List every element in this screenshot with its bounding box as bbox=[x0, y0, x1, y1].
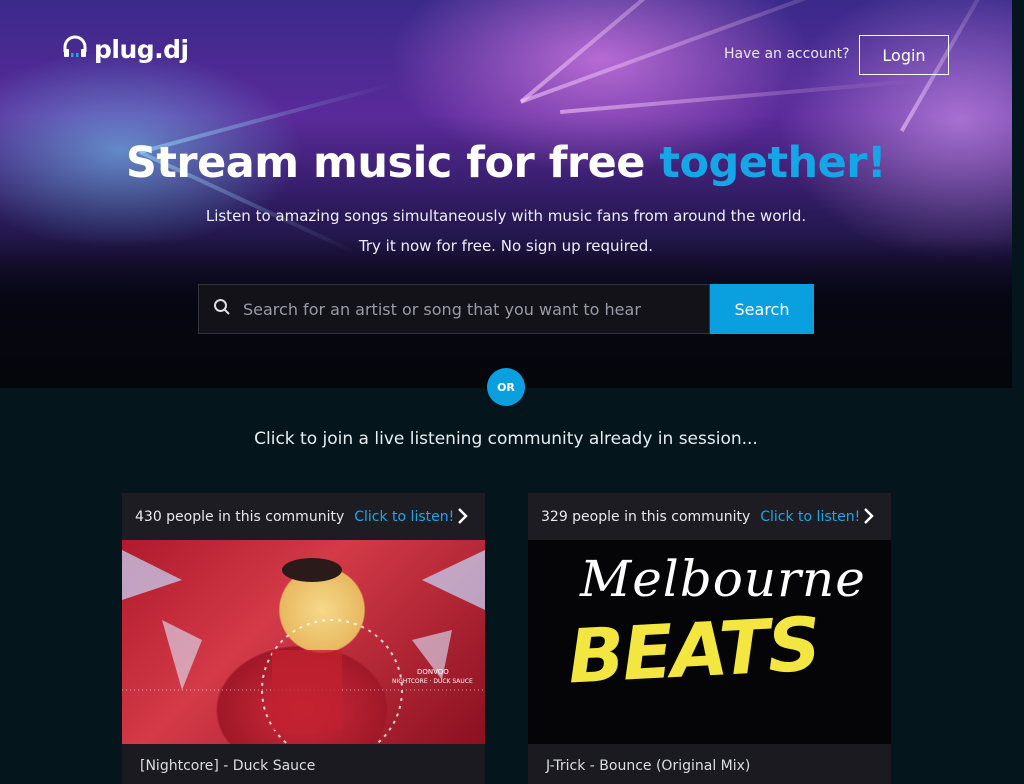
artwork-title-melbourne: Melbourne bbox=[580, 550, 866, 608]
account-prompt: Have an account? bbox=[724, 46, 850, 62]
community-artwork[interactable]: DONVOO NIGHTCORE · DUCK SAUCE bbox=[122, 540, 485, 744]
search-icon bbox=[213, 298, 231, 320]
search-input[interactable] bbox=[241, 298, 709, 320]
chevron-right-icon[interactable] bbox=[863, 507, 875, 529]
artwork-caption-2: NIGHTCORE · DUCK SAUCE bbox=[392, 678, 473, 685]
artwork-caption-1: DONVOO bbox=[417, 668, 449, 676]
search-field[interactable] bbox=[198, 284, 710, 334]
community-card-header: 430 people in this community Click to li… bbox=[122, 493, 485, 540]
headphones-logo-icon bbox=[62, 34, 88, 64]
community-listener-count: 430 people in this community bbox=[135, 508, 345, 525]
page-headline: Stream music for free together! bbox=[0, 138, 1012, 188]
now-playing-title: [Nightcore] - Duck Sauce bbox=[122, 744, 485, 784]
search-button[interactable]: Search bbox=[710, 284, 814, 334]
search-bar: Search bbox=[198, 284, 814, 334]
click-to-listen-link[interactable]: Click to listen! bbox=[354, 509, 454, 525]
login-button[interactable]: Login bbox=[859, 35, 949, 75]
communities-heading: Click to join a live listening community… bbox=[254, 429, 758, 449]
or-divider-badge: OR bbox=[487, 368, 525, 406]
now-playing-title: J-Trick - Bounce (Original Mix) bbox=[528, 744, 891, 784]
click-to-listen-link[interactable]: Click to listen! bbox=[760, 509, 860, 525]
community-artwork[interactable]: Melbourne BEATS bbox=[528, 540, 891, 744]
headline-accent: together! bbox=[659, 138, 887, 188]
plugdj-logo[interactable]: plug.dj bbox=[62, 34, 189, 64]
artwork-title-beats: BEATS bbox=[565, 601, 822, 701]
community-card[interactable]: 430 people in this community Click to li… bbox=[122, 493, 485, 784]
community-listener-count: 329 people in this community bbox=[541, 508, 751, 525]
headline-main: Stream music for free bbox=[125, 138, 660, 188]
chevron-right-icon[interactable] bbox=[457, 507, 469, 529]
hero-subtitle-1: Listen to amazing songs simultaneously w… bbox=[205, 207, 807, 225]
hero-subtitle-2: Try it now for free. No sign up required… bbox=[358, 237, 654, 255]
logo-text: plug.dj bbox=[94, 34, 189, 64]
community-card-header: 329 people in this community Click to li… bbox=[528, 493, 891, 540]
community-card[interactable]: 329 people in this community Click to li… bbox=[528, 493, 891, 784]
